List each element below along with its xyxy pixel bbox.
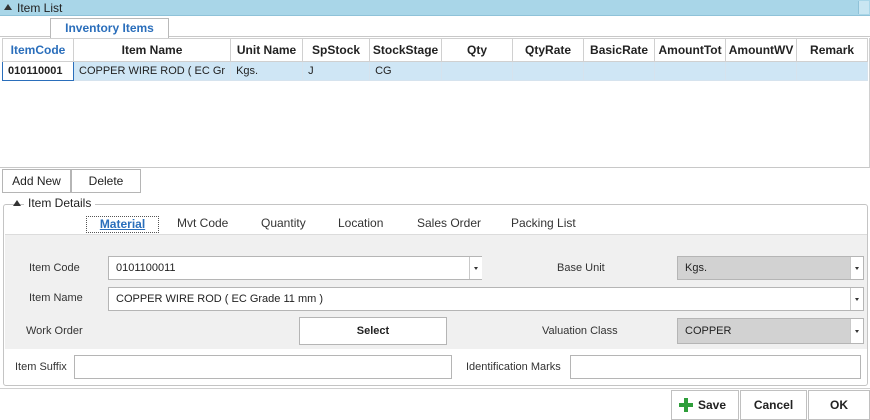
valuation-class-label: Valuation Class [542,325,618,337]
tab-mvt-code[interactable]: Mvt Code [177,216,228,233]
plus-icon [679,398,693,412]
item-code-dropdown-button[interactable] [469,257,482,279]
tab-sales-order[interactable]: Sales Order [417,216,481,233]
ok-button[interactable]: OK [808,390,870,420]
cell-stockstage[interactable]: CG [369,61,443,81]
cell-item-name[interactable]: COPPER WIRE ROD ( EC Gr [72,61,232,81]
base-unit-label: Base Unit [557,262,605,274]
items-table: ItemCode Item Name Unit Name SpStock Sto… [2,38,869,81]
item-code-combobox[interactable]: 0101100011 [108,256,482,280]
valuation-class-value: COPPER [685,325,732,337]
cell-amounttot[interactable] [654,61,727,81]
save-button[interactable]: Save [671,390,739,420]
base-unit-dropdown-button[interactable] [850,257,863,279]
table-header-row: ItemCode Item Name Unit Name SpStock Sto… [2,38,869,62]
item-suffix-label: Item Suffix [15,361,67,373]
tab-material[interactable]: Material [86,216,159,233]
item-name-label: Item Name [29,292,83,304]
cell-spstock[interactable]: J [302,61,371,81]
cancel-button[interactable]: Cancel [740,390,807,420]
col-header-spstock[interactable]: SpStock [302,38,371,62]
save-label: Save [697,398,727,412]
base-unit-value: Kgs. [685,262,708,274]
work-order-label: Work Order [26,325,83,337]
item-name-value: COPPER WIRE ROD ( EC Grade 11 mm ) [116,293,323,305]
cell-qty[interactable] [441,61,514,81]
col-header-basicrate[interactable]: BasicRate [583,38,656,62]
chevron-down-icon [855,267,859,270]
add-new-button[interactable]: Add New [2,169,71,193]
item-code-label: Item Code [29,262,80,274]
item-list-header[interactable]: Item List [0,0,870,16]
cell-unit-name[interactable]: Kgs. [230,61,304,81]
chevron-down-icon [474,267,478,270]
col-header-remark[interactable]: Remark [796,38,869,62]
cell-amountwv[interactable] [725,61,798,81]
chevron-down-icon [855,330,859,333]
item-name-combobox[interactable]: COPPER WIRE ROD ( EC Grade 11 mm ) [108,287,864,311]
identification-marks-input[interactable] [570,355,861,379]
select-work-order-button[interactable]: Select [299,317,447,345]
base-unit-combobox[interactable]: Kgs. [677,256,864,280]
cell-qtyrate[interactable] [512,61,585,81]
tab-packing-list[interactable]: Packing List [511,216,576,233]
collapse-triangle-icon[interactable] [13,200,21,206]
col-header-unit-name[interactable]: Unit Name [230,38,304,62]
col-header-itemcode[interactable]: ItemCode [2,38,74,62]
col-header-amounttot[interactable]: AmountTot [654,38,727,62]
table-row[interactable]: 010110001 COPPER WIRE ROD ( EC Gr Kgs. J… [2,61,869,81]
col-header-amountwv[interactable]: AmountWV [725,38,798,62]
item-details-legend: Item Details [24,196,96,210]
col-header-stockstage[interactable]: StockStage [369,38,443,62]
item-suffix-input[interactable] [74,355,452,379]
col-header-qty[interactable]: Qty [441,38,514,62]
delete-button[interactable]: Delete [71,169,141,193]
valuation-class-combobox[interactable]: COPPER [677,318,864,344]
collapse-triangle-icon[interactable] [4,4,12,10]
chevron-down-icon [855,298,859,301]
tab-inventory-items[interactable]: Inventory Items [50,18,169,38]
cell-basicrate[interactable] [583,61,656,81]
item-list-title: Item List [17,1,63,15]
identification-marks-label: Identification Marks [466,361,561,373]
item-code-value: 0101100011 [116,262,176,274]
col-header-qtyrate[interactable]: QtyRate [512,38,585,62]
header-right-button[interactable] [858,1,869,14]
tab-location[interactable]: Location [338,216,383,233]
valuation-class-dropdown-button[interactable] [850,319,863,343]
col-header-item-name[interactable]: Item Name [72,38,232,62]
cell-remark[interactable] [796,61,869,81]
cell-itemcode[interactable]: 010110001 [2,61,74,81]
tab-quantity[interactable]: Quantity [261,216,306,233]
item-name-dropdown-button[interactable] [850,288,863,310]
